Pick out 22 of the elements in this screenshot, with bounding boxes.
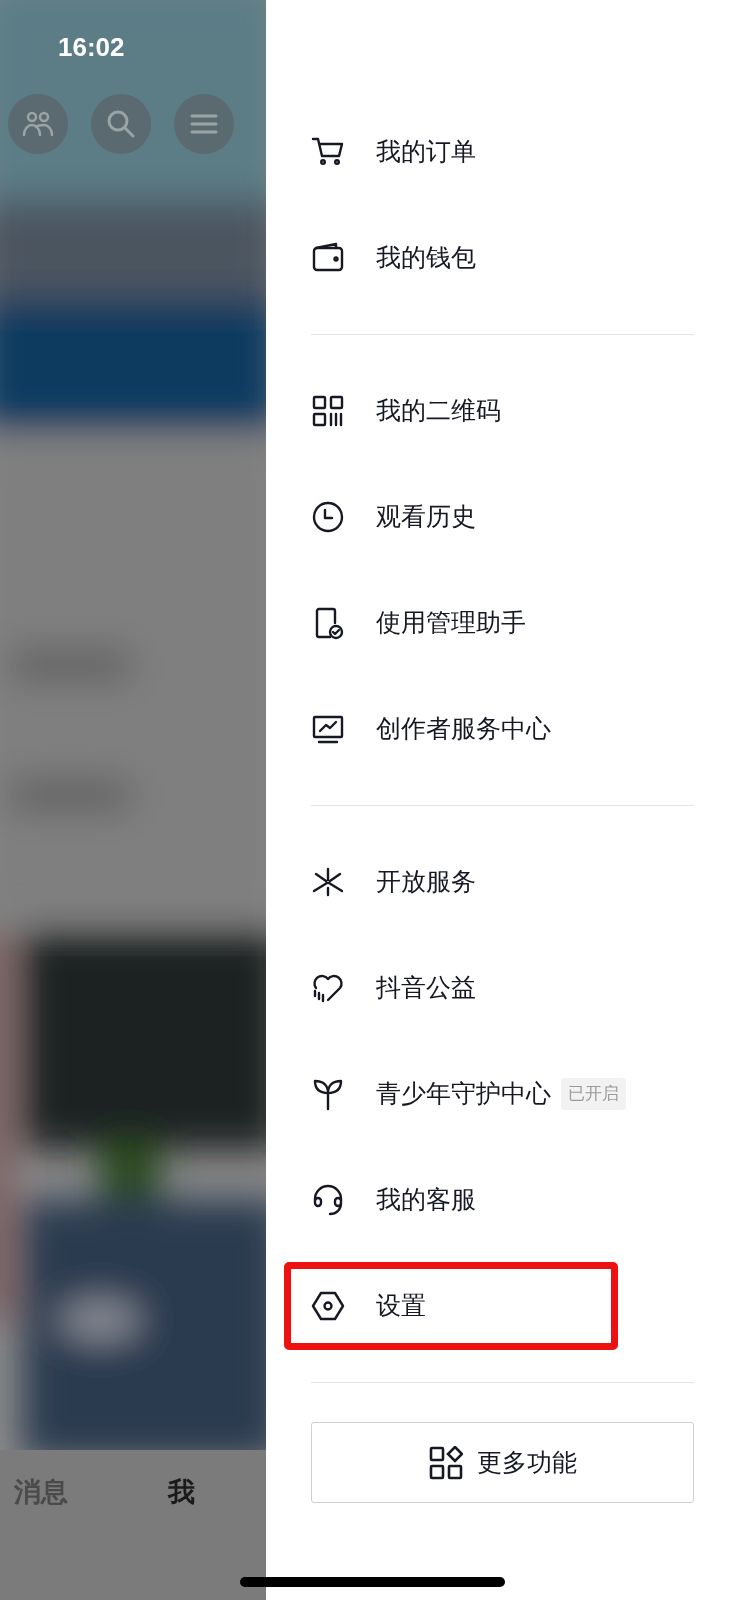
menu-item[interactable]: 使用管理助手 [284, 579, 618, 667]
tab[interactable]: 我 [168, 1472, 195, 1513]
more-features-button[interactable]: 更多功能 [311, 1422, 694, 1503]
menu-item[interactable]: 开放服务 [284, 838, 618, 926]
clock-icon [311, 500, 345, 534]
menu-item[interactable]: 青少年守护中心 已开启 [284, 1050, 641, 1138]
menu-item[interactable]: 我的二维码 [284, 367, 618, 455]
menu-item[interactable]: 创作者服务中心 [284, 685, 618, 773]
apps-icon [428, 1445, 463, 1480]
sprout-icon [311, 1077, 345, 1111]
qr-code-icon [311, 394, 345, 428]
status-time: 16:02 [58, 31, 125, 64]
menu-item[interactable]: 抖音公益 [284, 944, 618, 1032]
menu-item[interactable]: 我的客服 [284, 1156, 618, 1244]
menu-item[interactable]: 我的订单 [284, 108, 618, 196]
sparkle-icon [311, 865, 345, 899]
status-tag: 已开启 [561, 1078, 626, 1110]
menu-item[interactable]: 我的钱包 [284, 214, 618, 302]
menu-item[interactable]: 设置 [284, 1262, 618, 1350]
headset-icon [311, 1183, 345, 1217]
menu-item[interactable]: 观看历史 [284, 473, 618, 561]
settings-icon [311, 1289, 345, 1323]
